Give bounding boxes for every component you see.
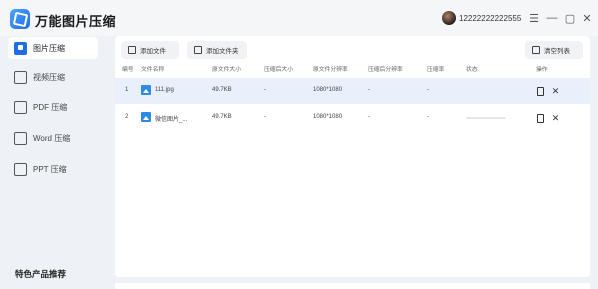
video-icon (14, 70, 27, 84)
compression-ratio: - (427, 114, 429, 120)
col-actions: 操作 (536, 67, 548, 73)
sidebar: 图片压缩 视频压缩 PDF 压缩 Word 压缩 PPT 压缩 特色产品推荐 (0, 36, 110, 289)
compression-ratio: - (427, 87, 429, 93)
file-size: 49.7KB (212, 87, 232, 93)
open-file-icon[interactable] (537, 87, 544, 96)
col-status: 状态 (466, 67, 478, 73)
file-name: 微信图片_... (155, 117, 188, 123)
pdf-icon (14, 100, 27, 114)
image-icon (14, 41, 27, 55)
table-row[interactable]: 2 微信图片_... 49.7KB - 1080*1080 - - ✕ (115, 105, 590, 131)
sidebar-item-image-compress[interactable]: 图片压缩 (8, 37, 98, 59)
delete-icon[interactable]: ✕ (551, 86, 560, 96)
col-resolution: 原文件分辨率 (313, 67, 348, 73)
file-name: 111.jpg (155, 87, 174, 93)
table-row[interactable]: 1 111.jpg 49.7KB - 1080*1080 - - ✕ (115, 78, 590, 104)
sidebar-item-pdf-compress[interactable]: PDF 压缩 (8, 96, 98, 118)
sidebar-item-video-compress[interactable]: 视频压缩 (8, 66, 98, 88)
sidebar-item-label: PPT 压缩 (33, 164, 67, 174)
add-folder-button[interactable]: 添加文件夹 (187, 41, 247, 59)
promo-title: 特色产品推荐 (15, 269, 67, 279)
progress-bar (466, 117, 506, 119)
file-list-panel: 添加文件 添加文件夹 清空列表 编号 文件名称 原文件大小 压缩后大小 原文件分… (115, 36, 590, 277)
trash-icon (532, 46, 540, 54)
col-ratio: 压缩率 (427, 67, 445, 73)
add-file-icon (128, 46, 136, 54)
clear-list-label: 清空列表 (544, 48, 570, 55)
title-bar: 万能图片压缩 12222222222555 ☰ — ▢ ✕ (0, 0, 598, 36)
image-file-icon (141, 112, 151, 122)
delete-icon[interactable]: ✕ (551, 113, 560, 123)
compressed-size: - (264, 114, 266, 120)
add-folder-label: 添加文件夹 (206, 48, 239, 55)
ppt-icon (14, 162, 27, 176)
image-file-icon (141, 85, 151, 95)
open-file-icon[interactable] (537, 114, 544, 123)
maximize-icon[interactable]: ▢ (564, 11, 576, 25)
col-name: 文件名称 (141, 67, 165, 73)
row-index: 2 (125, 114, 129, 120)
sidebar-item-ppt-compress[interactable]: PPT 压缩 (8, 158, 98, 180)
col-size: 原文件大小 (212, 67, 241, 73)
sidebar-item-label: 图片压缩 (33, 43, 65, 53)
add-file-label: 添加文件 (140, 48, 166, 55)
minimize-icon[interactable]: — (546, 11, 558, 25)
compressed-size: - (264, 87, 266, 93)
file-size: 49.7KB (212, 114, 232, 120)
word-icon (14, 131, 27, 145)
compressed-resolution: - (368, 87, 370, 93)
row-index: 1 (125, 87, 129, 93)
sidebar-item-label: PDF 压缩 (33, 102, 68, 112)
resolution: 1080*1080 (313, 114, 343, 120)
user-phone[interactable]: 12222222222555 (459, 14, 521, 23)
sidebar-item-word-compress[interactable]: Word 压缩 (8, 127, 98, 149)
avatar[interactable] (442, 11, 456, 25)
folder-icon (194, 46, 202, 54)
col-index: 编号 (122, 67, 134, 73)
app-title: 万能图片压缩 (35, 14, 117, 29)
compressed-resolution: - (368, 114, 370, 120)
table-header: 编号 文件名称 原文件大小 压缩后大小 原文件分辨率 压缩后分辨率 压缩率 状态… (115, 64, 590, 74)
clear-list-button[interactable]: 清空列表 (525, 41, 583, 59)
add-file-button[interactable]: 添加文件 (121, 41, 179, 59)
col-compressed-resolution: 压缩后分辨率 (368, 67, 403, 73)
resolution: 1080*1080 (313, 87, 343, 93)
menu-icon[interactable]: ☰ (528, 11, 540, 25)
bottom-strip (115, 283, 590, 289)
col-compressed-size: 压缩后大小 (264, 67, 293, 73)
app-logo-icon (10, 9, 30, 29)
close-icon[interactable]: ✕ (581, 11, 593, 25)
sidebar-item-label: 视频压缩 (33, 72, 65, 82)
sidebar-item-label: Word 压缩 (33, 133, 71, 143)
